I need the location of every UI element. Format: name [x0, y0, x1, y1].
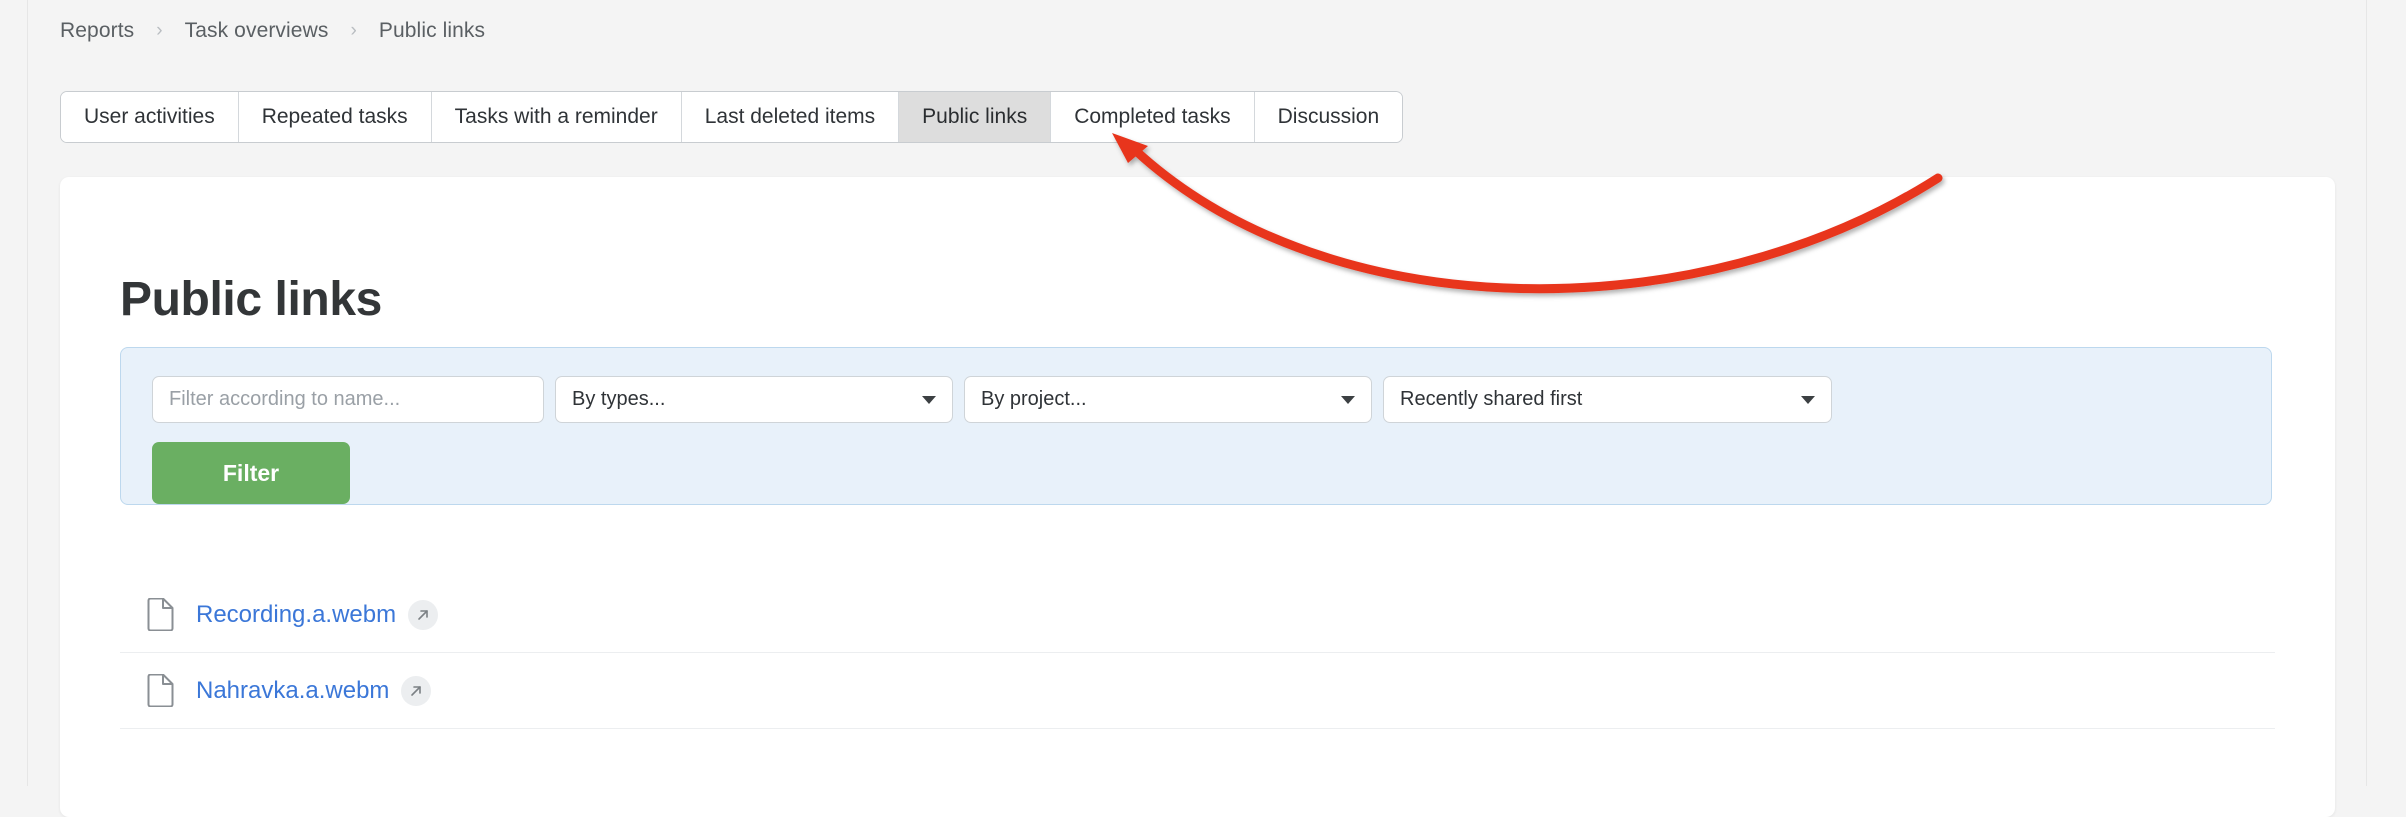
tab-bar: User activities Repeated tasks Tasks wit… — [60, 91, 1404, 143]
filter-name-input[interactable] — [152, 376, 544, 423]
filter-controls-row: By types... By project... Recently share… — [152, 376, 1832, 423]
page-title: Public links — [120, 273, 382, 327]
tab-tasks-with-a-reminder[interactable]: Tasks with a reminder — [431, 92, 682, 142]
filter-submit-button[interactable]: Filter — [152, 442, 350, 504]
external-link-icon[interactable] — [408, 599, 439, 630]
filter-project-select[interactable]: By project... — [964, 376, 1372, 423]
list-item[interactable]: Recording.a.webm — [120, 577, 2275, 653]
tab-last-deleted-items[interactable]: Last deleted items — [681, 92, 900, 142]
filter-sort-select[interactable]: Recently shared first — [1383, 376, 1832, 423]
public-links-list: Recording.a.webm Nahravka.a.webm — [120, 577, 2275, 729]
tab-user-activities[interactable]: User activities — [61, 92, 239, 142]
content-card: Public links By types... By project... R… — [60, 177, 2335, 817]
list-item[interactable]: Nahravka.a.webm — [120, 653, 2275, 729]
chevron-right-icon: › — [156, 19, 163, 41]
list-item-link[interactable]: Recording.a.webm — [196, 601, 396, 629]
file-icon — [147, 674, 174, 707]
app-root: Reports › Task overviews › Public links … — [0, 0, 2406, 817]
breadcrumb-item-public-links: Public links — [378, 19, 486, 42]
chevron-down-icon — [1801, 395, 1815, 404]
tab-completed-tasks[interactable]: Completed tasks — [1051, 92, 1255, 142]
chevron-down-icon — [1341, 395, 1355, 404]
breadcrumb: Reports › Task overviews › Public links — [60, 18, 485, 44]
tab-repeated-tasks[interactable]: Repeated tasks — [238, 92, 432, 142]
right-edge-divider — [2366, 0, 2367, 786]
filter-project-select-label: By project... — [981, 388, 1087, 410]
file-icon — [147, 598, 174, 631]
filter-types-select[interactable]: By types... — [555, 376, 953, 423]
breadcrumb-item-task-overviews[interactable]: Task overviews — [185, 19, 329, 43]
breadcrumb-item-reports[interactable]: Reports — [60, 19, 134, 43]
chevron-down-icon — [922, 395, 936, 404]
external-link-icon[interactable] — [401, 675, 432, 706]
chevron-right-icon: › — [350, 19, 357, 41]
filter-panel: By types... By project... Recently share… — [120, 347, 2272, 505]
list-item-link[interactable]: Nahravka.a.webm — [196, 677, 389, 705]
tab-discussion[interactable]: Discussion — [1254, 92, 1403, 142]
filter-sort-select-label: Recently shared first — [1400, 388, 1583, 410]
tab-public-links[interactable]: Public links — [899, 92, 1052, 142]
filter-types-select-label: By types... — [572, 388, 666, 410]
left-edge-divider — [27, 0, 28, 786]
